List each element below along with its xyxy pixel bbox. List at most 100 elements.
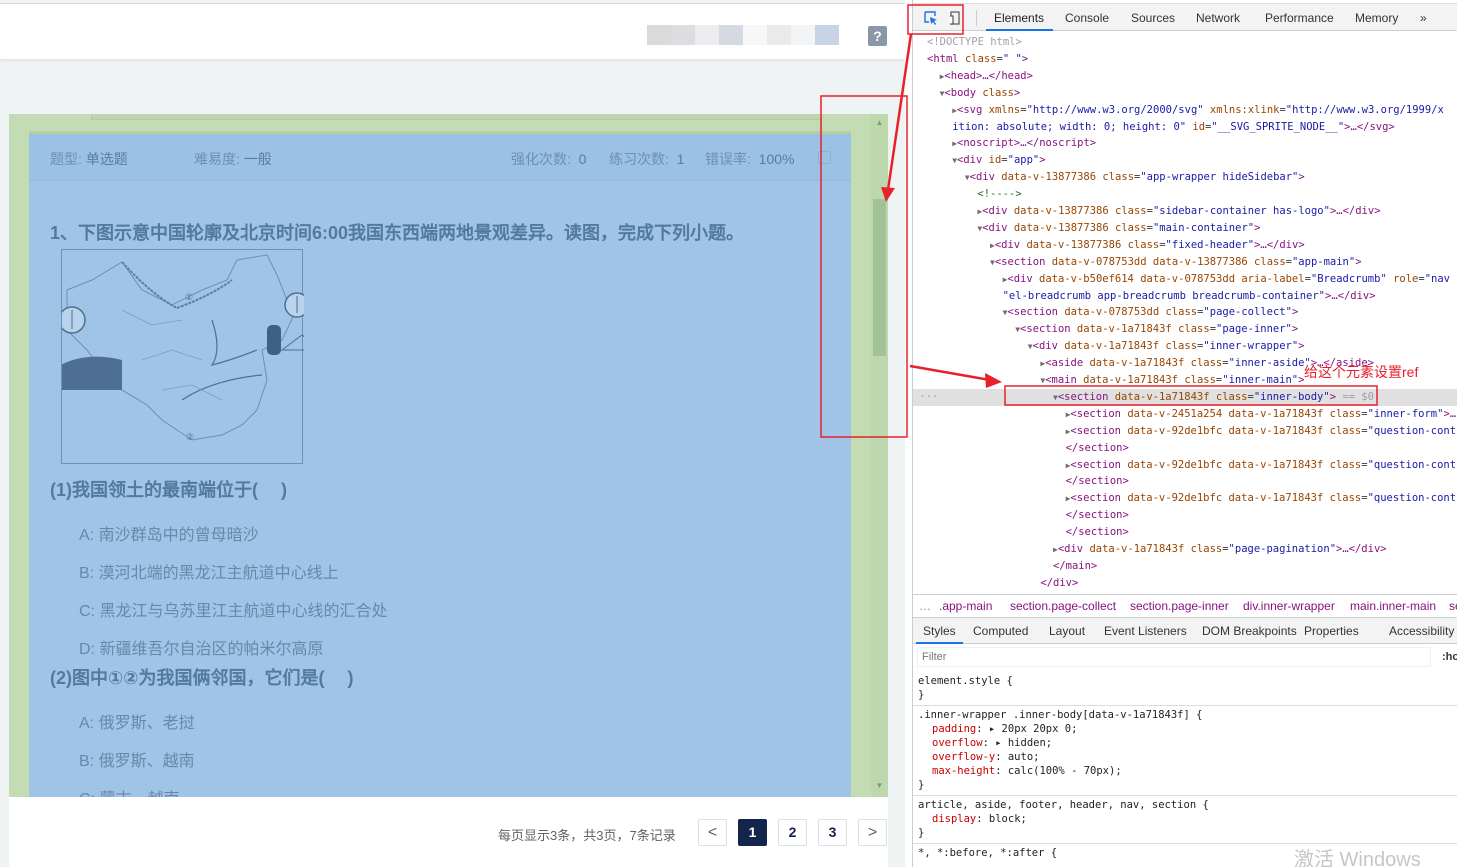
dom-node[interactable]: ition: absolute; width: 0; height: 0" id… <box>913 119 1457 136</box>
tab-performance[interactable]: Performance <box>1265 11 1334 25</box>
subtab-properties[interactable]: Properties <box>1304 624 1359 638</box>
west-clock <box>58 306 86 334</box>
css-selector[interactable]: .inner-wrapper .inner-body[data-v-1a7184… <box>918 708 1202 722</box>
dom-node[interactable]: ▼<div data-v-13877386 class="main-contai… <box>913 220 1457 237</box>
dom-node[interactable]: ▶<svg xmlns="http://www.w3.org/2000/svg"… <box>913 102 1457 119</box>
type-value: 单选题 <box>85 151 128 167</box>
dom-node[interactable]: <!----> <box>913 186 1457 203</box>
active-subtab-indicator <box>916 642 963 644</box>
dom-node[interactable]: ▶<div data-v-13877386 class="fixed-heade… <box>913 237 1457 254</box>
css-property[interactable]: overflow: ▸ hidden; <box>932 736 1052 750</box>
next-page-button[interactable]: > <box>858 819 887 846</box>
dom-node[interactable]: </div> <box>913 575 1457 592</box>
dom-node[interactable]: ▼<section data-v-1a71843f class="page-in… <box>913 321 1457 338</box>
blurred-block <box>719 25 743 45</box>
dom-node[interactable]: ▶<div data-v-b50ef614 data-v-078753dd ar… <box>913 271 1457 288</box>
sub-question-1-title: (1)我国领土的最南端位于( ) <box>50 480 287 500</box>
css-property[interactable]: padding: ▸ 20px 20px 0; <box>932 722 1077 736</box>
breadcrumb-section[interactable]: se <box>1449 599 1457 613</box>
dom-node-selected[interactable]: ··· ▼<section data-v-1a71843f class="inne… <box>913 388 1457 406</box>
page-button-2[interactable]: 2 <box>778 819 807 846</box>
dom-node[interactable]: ▼<div data-v-13877386 class="app-wrapper… <box>913 169 1457 186</box>
prev-page-button[interactable]: < <box>698 819 727 846</box>
question-type: 题型: 单选题 <box>50 149 128 169</box>
subtab-dom-breakpoints[interactable]: DOM Breakpoints <box>1202 624 1297 638</box>
breadcrumb-ellipsis[interactable]: … <box>919 599 931 613</box>
dom-node[interactable]: ▶<section data-v-92de1bfc data-v-1a71843… <box>913 457 1457 474</box>
scroll-thumb[interactable] <box>873 199 886 356</box>
dom-node[interactable]: <html class=" "> <box>913 51 1457 68</box>
dom-node[interactable]: ▶<div data-v-1a71843f class="page-pagina… <box>913 541 1457 558</box>
windows-activation-watermark: 激活 Windows <box>1294 849 1421 867</box>
css-property[interactable]: max-height: calc(100% - 70px); <box>932 764 1122 778</box>
page-button-1[interactable]: 1 <box>738 819 767 846</box>
option-2c[interactable]: C: 蒙古、越南 <box>79 785 179 797</box>
dom-node[interactable]: ▶<div data-v-13877386 class="sidebar-con… <box>913 203 1457 220</box>
dom-node[interactable]: </main> <box>913 558 1457 575</box>
css-selector[interactable]: element.style { <box>918 674 1013 688</box>
tab-console[interactable]: Console <box>1065 11 1109 25</box>
subtab-computed[interactable]: Computed <box>973 624 1028 638</box>
help-icon[interactable]: ? <box>868 26 887 46</box>
breadcrumb-inner-main[interactable]: main.inner-main <box>1350 599 1436 613</box>
breadcrumb-app-main[interactable]: .app-main <box>939 599 992 613</box>
tab-network[interactable]: Network <box>1196 11 1240 25</box>
dom-node[interactable]: "el-breadcrumb app-breadcrumb breadcrumb… <box>913 288 1457 305</box>
blurred-block <box>767 25 791 45</box>
page-button-3[interactable]: 3 <box>818 819 847 846</box>
more-tabs-icon[interactable]: » <box>1420 11 1427 25</box>
inspect-element-icon[interactable] <box>924 11 938 25</box>
east-clock <box>284 292 310 318</box>
scroll-down-arrow-icon[interactable]: ▼ <box>871 781 888 793</box>
dom-node[interactable]: </section> <box>913 507 1457 524</box>
dom-node[interactable]: ▶<head>…</head> <box>913 68 1457 85</box>
dom-node[interactable]: ▼<div data-v-1a71843f class="inner-wrapp… <box>913 338 1457 355</box>
annotation-note: 给这个元素设置ref <box>1304 364 1419 380</box>
css-selector[interactable]: article, aside, footer, header, nav, sec… <box>918 798 1209 812</box>
subtab-accessibility[interactable]: Accessibility <box>1389 624 1454 638</box>
tab-elements[interactable]: Elements <box>994 11 1044 25</box>
dom-node[interactable]: ▶<section data-v-92de1bfc data-v-1a71843… <box>913 423 1457 440</box>
option-2b[interactable]: B: 俄罗斯、越南 <box>79 747 195 771</box>
dom-node[interactable]: ▼<section data-v-078753dd data-v-1387738… <box>913 254 1457 271</box>
blurred-block <box>671 25 695 45</box>
dom-node[interactable]: ▶<section data-v-2451a254 data-v-1a71843… <box>913 406 1457 423</box>
breadcrumb-page-collect[interactable]: section.page-collect <box>1010 599 1116 613</box>
subtab-event-listeners[interactable]: Event Listeners <box>1104 624 1187 638</box>
dom-node[interactable]: ▼<div id="app"> <box>913 152 1457 169</box>
scroll-up-arrow-icon[interactable]: ▲ <box>871 118 888 130</box>
hover-state-toggle[interactable]: :hov <box>1442 651 1457 663</box>
option-1a[interactable]: A: 南沙群岛中的曾母暗沙 <box>79 521 259 545</box>
breadcrumb-inner-wrapper[interactable]: div.inner-wrapper <box>1243 599 1335 613</box>
dom-node[interactable]: </section> <box>913 440 1457 457</box>
dom-node[interactable]: ▶<noscript>…</noscript> <box>913 135 1457 152</box>
css-selector[interactable]: *, *:before, *:after { <box>918 846 1057 860</box>
subtab-styles[interactable]: Styles <box>923 624 956 638</box>
option-1b[interactable]: B: 漠河北端的黑龙江主航道中心线上 <box>79 559 339 583</box>
option-1c[interactable]: C: 黑龙江与乌苏里江主航道中心线的汇合处 <box>79 597 387 621</box>
device-toolbar-icon[interactable] <box>950 11 960 25</box>
tab-sources[interactable]: Sources <box>1131 11 1175 25</box>
user-info-blurred[interactable] <box>647 21 847 49</box>
styles-filter-input[interactable]: Filter <box>917 647 1431 667</box>
dom-node[interactable]: ▶<section data-v-92de1bfc data-v-1a71843… <box>913 490 1457 507</box>
css-property[interactable]: display: block; <box>932 812 1027 826</box>
css-property[interactable]: overflow-y: auto; <box>932 750 1039 764</box>
option-2a[interactable]: A: 俄罗斯、老挝 <box>79 709 195 733</box>
pagination-summary: 每页显示3条，共3页，7条记录 <box>498 828 676 843</box>
dom-node[interactable]: ▼<body class> <box>913 85 1457 102</box>
app-page: ? 题型: 单选题 难易度: 一般 强化次数: 0 练习次数: 1 错误率: 1… <box>0 0 905 867</box>
dom-node[interactable]: </section> <box>913 524 1457 541</box>
dom-node[interactable]: ▼<section data-v-078753dd class="page-co… <box>913 304 1457 321</box>
vertical-scrollbar[interactable]: ▲ ▼ <box>871 114 888 797</box>
collect-checkbox[interactable] <box>818 151 831 164</box>
css-rule-close: } <box>918 779 925 791</box>
tab-memory[interactable]: Memory <box>1355 11 1398 25</box>
breadcrumb-page-inner[interactable]: section.page-inner <box>1130 599 1229 613</box>
devtools-tab-bar: Elements Console Sources Network Perform… <box>913 4 1457 31</box>
dom-node[interactable]: </section> <box>913 473 1457 490</box>
subtab-layout[interactable]: Layout <box>1049 624 1085 638</box>
dom-node[interactable]: <!DOCTYPE html> <box>913 34 1457 51</box>
reinforce-count: 强化次数: 0 <box>511 149 586 169</box>
option-1d[interactable]: D: 新疆维吾尔自治区的帕米尔高原 <box>79 635 323 659</box>
